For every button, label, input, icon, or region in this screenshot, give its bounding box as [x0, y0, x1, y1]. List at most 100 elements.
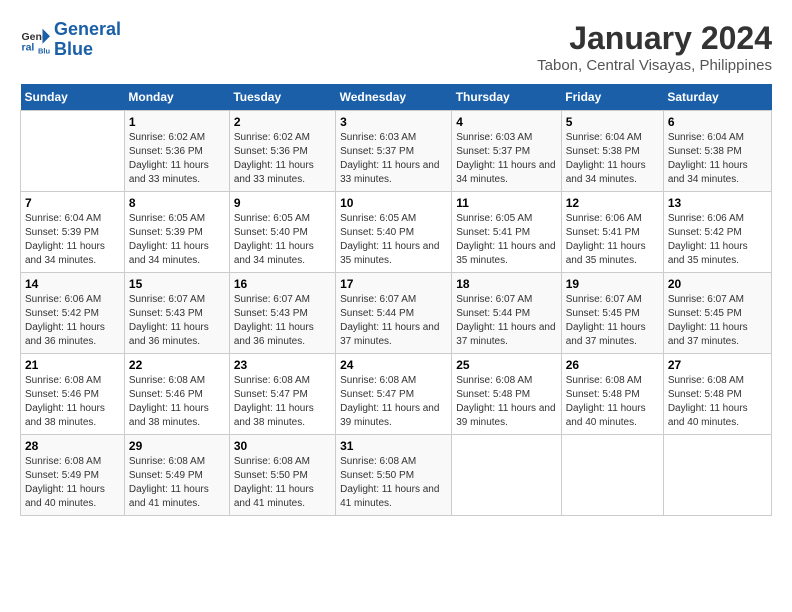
calendar-cell: 16 Sunrise: 6:07 AMSunset: 5:43 PMDayligh… [229, 273, 335, 354]
day-detail: Sunrise: 6:02 AMSunset: 5:36 PMDaylight:… [129, 131, 225, 187]
header: Gene ral Blue General Blue January 2024 … [20, 20, 772, 74]
day-number: 16 [234, 277, 331, 291]
day-detail: Sunrise: 6:04 AMSunset: 5:38 PMDaylight:… [668, 131, 767, 187]
weekday-header: Friday [561, 84, 663, 111]
calendar-cell: 9 Sunrise: 6:05 AMSunset: 5:40 PMDaylight… [229, 192, 335, 273]
calendar-week-row: 14Sunrise: 6:06 AMSunset: 5:42 PMDayligh… [21, 273, 772, 354]
calendar-cell: 4 Sunrise: 6:03 AMSunset: 5:37 PMDaylight… [452, 111, 562, 192]
calendar-cell: 13 Sunrise: 6:06 AMSunset: 5:42 PMDayligh… [663, 192, 771, 273]
day-detail: Sunrise: 6:07 AMSunset: 5:44 PMDaylight:… [456, 293, 557, 349]
day-number: 26 [566, 358, 659, 372]
calendar-cell: 21Sunrise: 6:08 AMSunset: 5:46 PMDayligh… [21, 354, 125, 435]
day-number: 30 [234, 439, 331, 453]
day-detail: Sunrise: 6:08 AMSunset: 5:48 PMDaylight:… [566, 374, 659, 430]
day-detail: Sunrise: 6:08 AMSunset: 5:49 PMDaylight:… [129, 455, 225, 511]
calendar-week-row: 21Sunrise: 6:08 AMSunset: 5:46 PMDayligh… [21, 354, 772, 435]
weekday-header: Tuesday [229, 84, 335, 111]
day-number: 22 [129, 358, 225, 372]
day-detail: Sunrise: 6:07 AMSunset: 5:45 PMDaylight:… [668, 293, 767, 349]
calendar-cell: 11 Sunrise: 6:05 AMSunset: 5:41 PMDayligh… [452, 192, 562, 273]
calendar-cell [452, 435, 562, 516]
calendar-cell: 3Sunrise: 6:03 AMSunset: 5:37 PMDaylight… [336, 111, 452, 192]
calendar-cell: 22 Sunrise: 6:08 AMSunset: 5:46 PMDayligh… [124, 354, 229, 435]
day-number: 10 [340, 196, 447, 210]
day-number: 17 [340, 277, 447, 291]
day-detail: Sunrise: 6:04 AMSunset: 5:38 PMDaylight:… [566, 131, 659, 187]
day-number: 13 [668, 196, 767, 210]
day-number: 5 [566, 115, 659, 129]
calendar-table: SundayMondayTuesdayWednesdayThursdayFrid… [20, 84, 772, 516]
day-detail: Sunrise: 6:05 AMSunset: 5:40 PMDaylight:… [234, 212, 331, 268]
day-detail: Sunrise: 6:05 AMSunset: 5:40 PMDaylight:… [340, 212, 447, 268]
calendar-cell: 31 Sunrise: 6:08 AMSunset: 5:50 PMDayligh… [336, 435, 452, 516]
day-number: 23 [234, 358, 331, 372]
day-detail: Sunrise: 6:06 AMSunset: 5:42 PMDaylight:… [668, 212, 767, 268]
calendar-cell: 30 Sunrise: 6:08 AMSunset: 5:50 PMDayligh… [229, 435, 335, 516]
calendar-cell: 23 Sunrise: 6:08 AMSunset: 5:47 PMDayligh… [229, 354, 335, 435]
title-area: January 2024 Tabon, Central Visayas, Phi… [537, 20, 772, 74]
day-detail: Sunrise: 6:02 AMSunset: 5:36 PMDaylight:… [234, 131, 331, 187]
calendar-cell: 14Sunrise: 6:06 AMSunset: 5:42 PMDayligh… [21, 273, 125, 354]
day-detail: Sunrise: 6:08 AMSunset: 5:50 PMDaylight:… [234, 455, 331, 511]
weekday-header: Saturday [663, 84, 771, 111]
day-detail: Sunrise: 6:07 AMSunset: 5:45 PMDaylight:… [566, 293, 659, 349]
day-detail: Sunrise: 6:05 AMSunset: 5:41 PMDaylight:… [456, 212, 557, 268]
header-row: SundayMondayTuesdayWednesdayThursdayFrid… [21, 84, 772, 111]
day-detail: Sunrise: 6:03 AMSunset: 5:37 PMDaylight:… [456, 131, 557, 187]
day-detail: Sunrise: 6:05 AMSunset: 5:39 PMDaylight:… [129, 212, 225, 268]
calendar-week-row: 28Sunrise: 6:08 AMSunset: 5:49 PMDayligh… [21, 435, 772, 516]
calendar-cell: 19 Sunrise: 6:07 AMSunset: 5:45 PMDayligh… [561, 273, 663, 354]
day-number: 8 [129, 196, 225, 210]
logo-blue: Blue [54, 39, 93, 59]
day-number: 11 [456, 196, 557, 210]
calendar-cell: 24Sunrise: 6:08 AMSunset: 5:47 PMDayligh… [336, 354, 452, 435]
weekday-header: Monday [124, 84, 229, 111]
calendar-cell: 12Sunrise: 6:06 AMSunset: 5:41 PMDayligh… [561, 192, 663, 273]
calendar-cell [561, 435, 663, 516]
day-detail: Sunrise: 6:08 AMSunset: 5:46 PMDaylight:… [129, 374, 225, 430]
calendar-week-row: 7 Sunrise: 6:04 AMSunset: 5:39 PMDaylight… [21, 192, 772, 273]
calendar-cell: 6 Sunrise: 6:04 AMSunset: 5:38 PMDaylight… [663, 111, 771, 192]
day-detail: Sunrise: 6:07 AMSunset: 5:43 PMDaylight:… [129, 293, 225, 349]
day-number: 29 [129, 439, 225, 453]
day-detail: Sunrise: 6:08 AMSunset: 5:50 PMDaylight:… [340, 455, 447, 511]
calendar-cell: 20 Sunrise: 6:07 AMSunset: 5:45 PMDayligh… [663, 273, 771, 354]
day-number: 1 [129, 115, 225, 129]
day-number: 18 [456, 277, 557, 291]
day-detail: Sunrise: 6:06 AMSunset: 5:42 PMDaylight:… [25, 293, 120, 349]
calendar-week-row: 1 Sunrise: 6:02 AMSunset: 5:36 PMDaylight… [21, 111, 772, 192]
day-number: 31 [340, 439, 447, 453]
day-detail: Sunrise: 6:08 AMSunset: 5:46 PMDaylight:… [25, 374, 120, 430]
day-number: 7 [25, 196, 120, 210]
calendar-cell: 18 Sunrise: 6:07 AMSunset: 5:44 PMDayligh… [452, 273, 562, 354]
calendar-cell: 8 Sunrise: 6:05 AMSunset: 5:39 PMDaylight… [124, 192, 229, 273]
day-number: 25 [456, 358, 557, 372]
day-detail: Sunrise: 6:08 AMSunset: 5:47 PMDaylight:… [234, 374, 331, 430]
day-number: 24 [340, 358, 447, 372]
logo-text: General Blue [54, 20, 121, 60]
calendar-cell [663, 435, 771, 516]
calendar-cell: 17 Sunrise: 6:07 AMSunset: 5:44 PMDayligh… [336, 273, 452, 354]
calendar-cell: 26 Sunrise: 6:08 AMSunset: 5:48 PMDayligh… [561, 354, 663, 435]
day-number: 20 [668, 277, 767, 291]
calendar-cell [21, 111, 125, 192]
day-number: 19 [566, 277, 659, 291]
day-detail: Sunrise: 6:07 AMSunset: 5:44 PMDaylight:… [340, 293, 447, 349]
day-number: 6 [668, 115, 767, 129]
calendar-cell: 1 Sunrise: 6:02 AMSunset: 5:36 PMDaylight… [124, 111, 229, 192]
day-number: 4 [456, 115, 557, 129]
day-number: 3 [340, 115, 447, 129]
day-detail: Sunrise: 6:07 AMSunset: 5:43 PMDaylight:… [234, 293, 331, 349]
day-number: 9 [234, 196, 331, 210]
calendar-cell: 27 Sunrise: 6:08 AMSunset: 5:48 PMDayligh… [663, 354, 771, 435]
calendar-cell: 7 Sunrise: 6:04 AMSunset: 5:39 PMDaylight… [21, 192, 125, 273]
weekday-header: Wednesday [336, 84, 452, 111]
day-number: 2 [234, 115, 331, 129]
subtitle: Tabon, Central Visayas, Philippines [537, 57, 772, 74]
day-number: 15 [129, 277, 225, 291]
day-detail: Sunrise: 6:08 AMSunset: 5:48 PMDaylight:… [668, 374, 767, 430]
day-number: 27 [668, 358, 767, 372]
calendar-cell: 25Sunrise: 6:08 AMSunset: 5:48 PMDayligh… [452, 354, 562, 435]
calendar-cell: 15 Sunrise: 6:07 AMSunset: 5:43 PMDayligh… [124, 273, 229, 354]
day-detail: Sunrise: 6:04 AMSunset: 5:39 PMDaylight:… [25, 212, 120, 268]
